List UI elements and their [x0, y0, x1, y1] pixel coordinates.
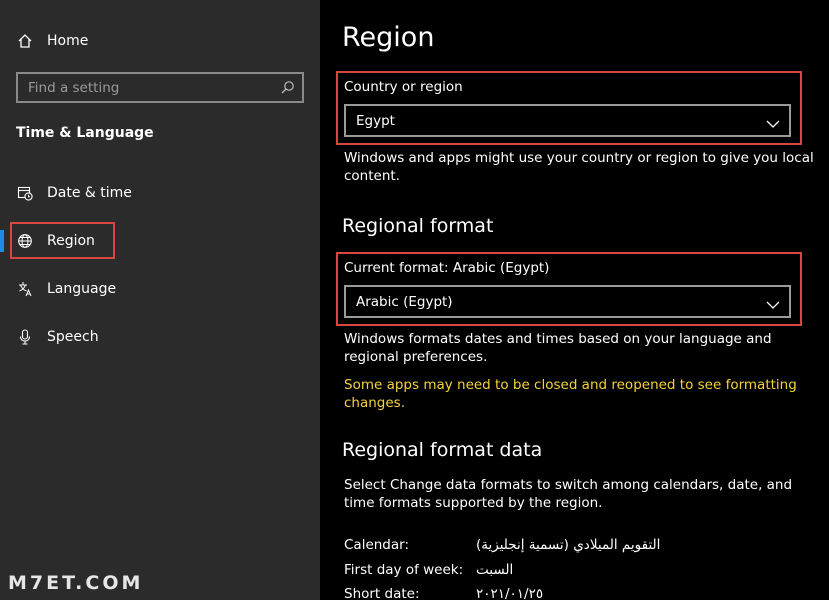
globe-icon — [17, 233, 33, 249]
format-data-row-calendar: Calendar: التقويم الميلادي (تسمية إنجليز… — [344, 537, 814, 557]
section-title: Time & Language — [16, 125, 154, 141]
data-row-value: السبت — [476, 562, 514, 578]
chevron-down-icon — [766, 296, 780, 309]
data-row-key: Calendar: — [344, 537, 410, 553]
nav-home[interactable]: Home — [0, 21, 320, 61]
format-data-heading: Regional format data — [342, 439, 543, 461]
search-input[interactable]: Find a setting — [16, 72, 304, 103]
language-icon — [17, 281, 33, 297]
sidebar-item-label: Language — [47, 281, 117, 297]
regional-format-description: Windows formats dates and times based on… — [344, 331, 772, 365]
sidebar-item-speech[interactable]: Speech — [0, 317, 320, 357]
watermark: M7ET.COM — [8, 572, 144, 594]
country-description: Windows and apps might use your country … — [344, 150, 814, 184]
sidebar: Home Find a setting Time & Language Date… — [0, 0, 320, 600]
country-label: Country or region — [344, 79, 463, 95]
regional-format-heading: Regional format — [342, 215, 494, 237]
data-row-value: ٢٠٢١/٠١/٢٥ — [476, 586, 544, 600]
format-data-row-first-day: First day of week: السبت — [344, 562, 814, 582]
sidebar-item-date-time[interactable]: Date & time — [0, 173, 320, 213]
data-row-key: Short date: — [344, 586, 420, 600]
microphone-icon — [17, 329, 33, 345]
sidebar-item-region[interactable]: Region — [0, 221, 320, 261]
nav-home-label: Home — [47, 33, 89, 49]
regional-format-value: Arabic (Egypt) — [356, 294, 453, 310]
search-icon[interactable] — [280, 80, 295, 95]
chevron-down-icon — [766, 115, 780, 128]
country-dropdown[interactable]: Egypt — [344, 104, 791, 137]
sidebar-item-language[interactable]: Language — [0, 269, 320, 309]
regional-format-dropdown[interactable]: Arabic (Egypt) — [344, 285, 791, 318]
formatting-warning: Some apps may need to be closed and reop… — [344, 377, 797, 411]
calendar-clock-icon — [17, 185, 33, 201]
format-data-row-short-date: Short date: ٢٠٢١/٠١/٢٥ — [344, 586, 814, 600]
current-format-label: Current format: Arabic (Egypt) — [344, 260, 550, 276]
page-title: Region — [342, 22, 435, 53]
country-value: Egypt — [356, 113, 395, 129]
data-row-value: التقويم الميلادي (تسمية إنجليزية) — [476, 537, 661, 553]
sidebar-item-label: Region — [47, 233, 95, 249]
sidebar-item-label: Date & time — [47, 185, 132, 201]
main-content: Region Country or region Egypt Windows a… — [320, 0, 829, 600]
format-data-description: Select Change data formats to switch amo… — [344, 477, 793, 511]
sidebar-item-label: Speech — [47, 329, 99, 345]
data-row-key: First day of week: — [344, 562, 464, 578]
search-placeholder: Find a setting — [28, 80, 120, 96]
home-icon — [17, 33, 33, 49]
